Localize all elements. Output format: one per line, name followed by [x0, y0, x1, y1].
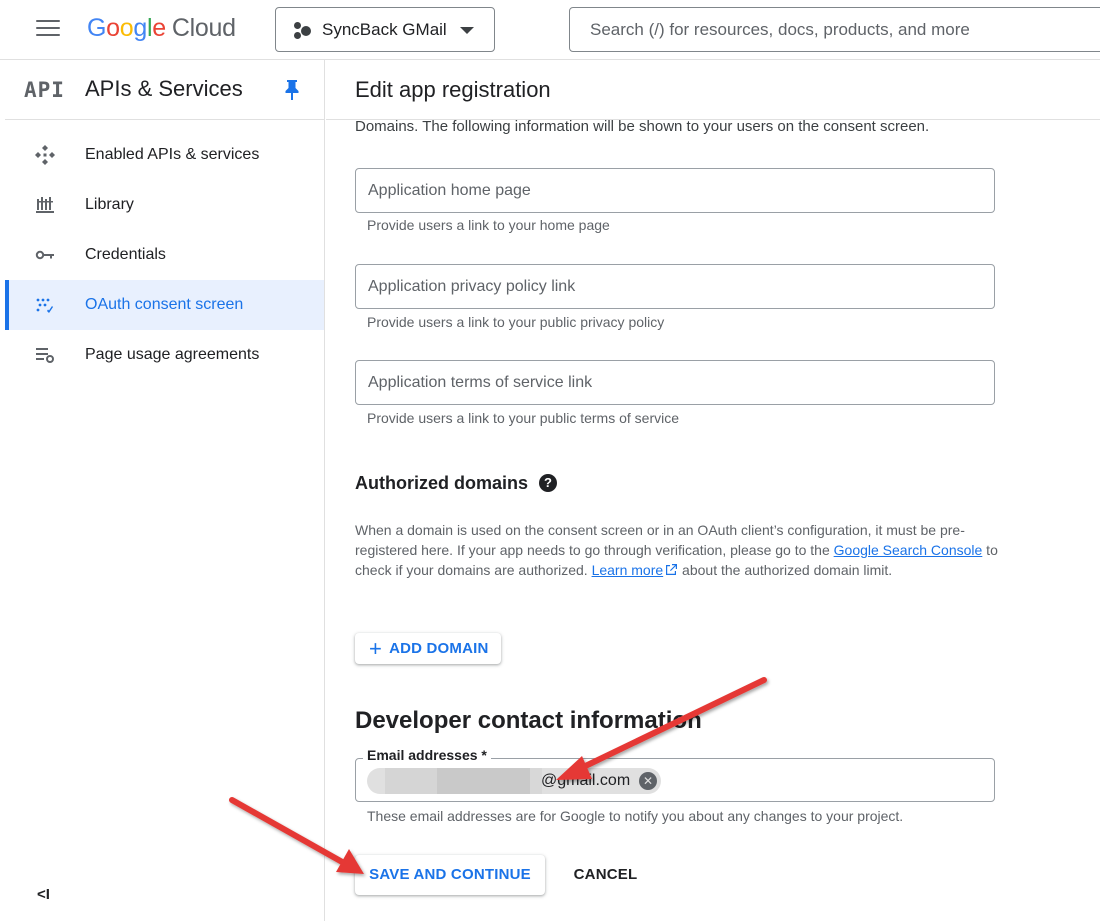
home-page-field[interactable]: [355, 168, 995, 213]
email-addresses-field[interactable]: @gmail.com ✕: [355, 758, 995, 802]
logo-product: Cloud: [171, 14, 236, 42]
sidebar-item-page-usage[interactable]: Page usage agreements: [5, 330, 324, 380]
privacy-policy-field[interactable]: [355, 264, 995, 309]
google-cloud-logo[interactable]: Google Cloud: [87, 14, 236, 43]
sidebar-header: API APIs & Services: [5, 60, 324, 120]
description-text: about the authorized domain limit.: [678, 562, 893, 578]
sidebar-item-oauth-consent[interactable]: OAuth consent screen: [5, 280, 324, 330]
email-addresses-label: Email addresses *: [363, 747, 491, 763]
email-chip-text: @gmail.com: [541, 772, 631, 789]
logo-letter: G: [87, 14, 107, 42]
cancel-button[interactable]: CANCEL: [563, 855, 648, 895]
sidebar-item-enabled-apis[interactable]: Enabled APIs & services: [5, 130, 324, 180]
project-icon: [293, 21, 311, 39]
logo-letter: o: [106, 14, 120, 42]
sidebar: API APIs & Services Enabled APIs & servi…: [5, 60, 325, 921]
key-icon: [35, 250, 54, 260]
sidebar-item-label: OAuth consent screen: [85, 296, 244, 313]
library-icon: [36, 197, 54, 213]
sidebar-item-label: Credentials: [85, 246, 166, 263]
sidebar-item-library[interactable]: Library: [5, 180, 324, 230]
search-box[interactable]: [569, 7, 1100, 52]
enabled-apis-icon: [35, 145, 55, 165]
chevron-down-icon: [460, 27, 474, 34]
learn-more-link[interactable]: Learn more: [592, 562, 664, 578]
pin-icon[interactable]: [285, 80, 299, 100]
authorized-domains-title: Authorized domains: [355, 473, 529, 493]
main-content: Edit app registration Domains. The follo…: [326, 60, 1100, 921]
page-usage-icon: [36, 348, 54, 363]
oauth-consent-icon: [36, 298, 53, 313]
external-link-icon: [666, 564, 678, 575]
logo-letter: o: [119, 14, 134, 42]
main-header: Edit app registration: [326, 60, 1100, 120]
sidebar-title: APIs & Services: [85, 76, 243, 101]
project-picker[interactable]: SyncBack GMail: [275, 7, 495, 52]
project-name: SyncBack GMail: [322, 19, 447, 39]
api-logo-icon: API: [24, 78, 65, 102]
email-addresses-hint: These email addresses are for Google to …: [367, 808, 904, 824]
privacy-policy-hint: Provide users a link to your public priv…: [367, 314, 665, 330]
hamburger-menu-icon[interactable]: [36, 20, 60, 38]
sidebar-item-label: Library: [85, 196, 134, 213]
privacy-policy-input[interactable]: [356, 265, 994, 308]
logo-letter: g: [133, 14, 147, 42]
collapse-sidebar-icon[interactable]: <I: [37, 886, 50, 903]
plus-icon: +: [369, 635, 383, 661]
add-domain-label: ADD DOMAIN: [389, 640, 489, 657]
home-page-hint: Provide users a link to your home page: [367, 217, 610, 233]
authorized-domains-description: When a domain is used on the consent scr…: [355, 520, 1000, 580]
add-domain-button[interactable]: + ADD DOMAIN: [355, 633, 501, 664]
domains-intro: Domains. The following information will …: [355, 118, 930, 135]
terms-of-service-hint: Provide users a link to your public term…: [367, 410, 680, 426]
remove-chip-icon[interactable]: ✕: [639, 772, 657, 790]
sidebar-item-credentials[interactable]: Credentials: [5, 230, 324, 280]
terms-of-service-input[interactable]: [356, 361, 994, 404]
developer-contact-title: Developer contact information: [355, 707, 702, 734]
logo-letter: e: [152, 14, 166, 42]
page-title: Edit app registration: [355, 77, 551, 102]
save-and-continue-button[interactable]: SAVE AND CONTINUE: [355, 855, 545, 895]
terms-of-service-field[interactable]: [355, 360, 995, 405]
search-input[interactable]: [590, 19, 1100, 40]
google-search-console-link[interactable]: Google Search Console: [834, 542, 983, 558]
home-page-input[interactable]: [356, 169, 994, 212]
help-icon[interactable]: ?: [539, 474, 557, 492]
top-bar: Google Cloud SyncBack GMail: [0, 0, 1100, 60]
redacted-area: [385, 768, 437, 794]
email-chip[interactable]: @gmail.com ✕: [367, 768, 661, 794]
sidebar-item-label: Page usage agreements: [85, 346, 260, 363]
sidebar-item-label: Enabled APIs & services: [85, 146, 260, 163]
redacted-area: [437, 768, 530, 794]
